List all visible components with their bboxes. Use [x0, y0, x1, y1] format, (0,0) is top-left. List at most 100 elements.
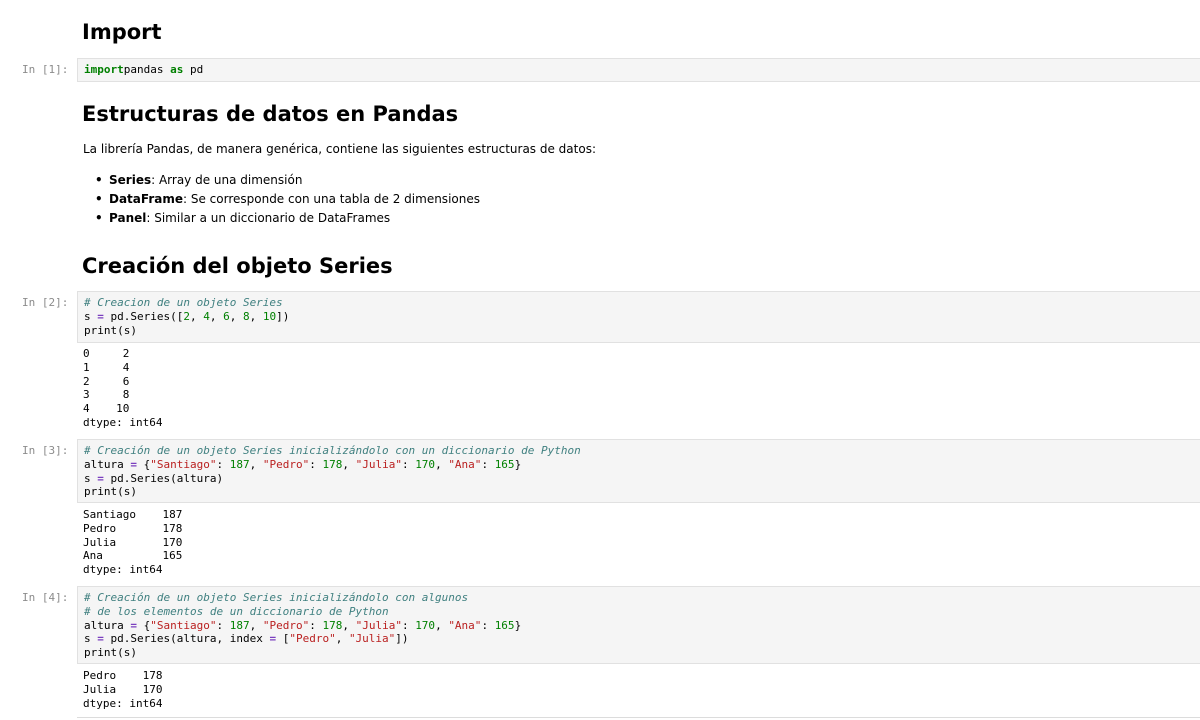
code-token: :	[481, 457, 495, 471]
code-line: altura = {"Santiago": 187, "Pedro": 178,…	[84, 458, 1200, 472]
output-line: 2 6	[83, 374, 130, 388]
cell-2-output: 0 21 42 63 84 10 dtype: int64	[83, 347, 162, 430]
code-token: 187	[229, 618, 250, 632]
code-line: # de los elementos de un diccionario de …	[84, 605, 1200, 619]
code-token: =	[130, 457, 137, 471]
heading-structures: Estructuras de datos en Pandas	[82, 102, 459, 126]
code-line: print(s)	[84, 485, 1200, 499]
cell-3-output: Santiago 187 Pedro 178 Julia 170 Ana 165 dty…	[83, 508, 182, 577]
code-token: # Creación de un objeto Series inicializ…	[84, 444, 581, 457]
cell-2-code[interactable]: # Creacion de un objeto Series s = pd.Ser…	[77, 291, 1200, 343]
code-token: ,	[335, 632, 349, 646]
cell-1-code[interactable]: importpandas as pd	[77, 58, 1200, 82]
code-line: s = pd.Series([2, 4, 6, 8, 10])	[84, 310, 1200, 324]
code-token: ,	[249, 309, 263, 323]
code-token: :	[309, 457, 323, 471]
code-token: s	[84, 632, 98, 646]
bullet-desc: : Similar a un diccionario de DataFrames	[146, 211, 391, 225]
code-token: # Creación de un objeto Series inicializ…	[84, 591, 469, 604]
bullet-desc: : Se corresponde con una tabla de 2 dime…	[182, 192, 480, 206]
output-line: 0 2	[83, 347, 130, 360]
code-token: as	[170, 63, 184, 76]
code-token: :	[401, 457, 416, 471]
code-token: altura	[84, 618, 131, 632]
code-token: import	[84, 63, 124, 76]
code-token: ,	[249, 618, 263, 632]
code-line: # Creación de un objeto Series inicializ…	[84, 591, 1200, 605]
bullet-dot: •	[95, 173, 103, 187]
code-token: 170	[415, 457, 436, 471]
code-token: =	[97, 471, 104, 485]
bullet-term: DataFrame	[109, 192, 183, 206]
code-token: pd.Series(altura)	[103, 471, 224, 485]
code-token: ,	[229, 309, 243, 323]
code-token: ,	[435, 618, 449, 632]
code-token: 6	[223, 309, 230, 323]
code-token: pd.Series([	[103, 309, 184, 323]
code-token: pd.Series(altura, index	[103, 632, 270, 646]
code-token: }	[514, 618, 522, 632]
code-token: "Santiago"	[150, 457, 217, 471]
code-token: s	[84, 309, 98, 323]
code-token: :	[401, 618, 416, 632]
output-line: Santiago 187	[83, 508, 183, 521]
code-token: [	[276, 632, 290, 646]
code-token: ])	[276, 309, 290, 323]
code-token: ,	[189, 309, 204, 323]
code-token: print(s)	[84, 646, 137, 660]
code-token: 8	[242, 309, 250, 323]
bullet-panel: • Panel: Similar a un diccionario de Data…	[95, 212, 390, 224]
cell-4-output: Pedro 178 Julia 170 dtype: int64	[83, 669, 162, 710]
output-line: Pedro 178	[83, 669, 163, 682]
heading-import: Import	[82, 20, 162, 44]
intro-paragraph: La librería Pandas, de manera genérica, …	[83, 142, 596, 156]
code-token: ,	[342, 618, 356, 632]
output-line: Ana 165	[83, 549, 183, 563]
output-line: dtype: int64	[83, 563, 163, 577]
code-token: ,	[435, 457, 449, 471]
code-token: :	[481, 618, 495, 632]
code-token: ,	[209, 309, 224, 323]
code-token: =	[130, 618, 137, 632]
code-token: 4	[203, 309, 210, 323]
bullet-dot: •	[95, 211, 103, 225]
code-token: # de los elementos de un diccionario de …	[84, 604, 389, 618]
code-line: s = pd.Series(altura)	[84, 472, 1200, 486]
code-token: altura	[84, 457, 131, 471]
code-token: "Pedro"	[289, 632, 336, 646]
code-line: print(s)	[84, 646, 1200, 660]
output-line: Julia 170	[83, 682, 163, 696]
code-token: print(s)	[84, 323, 137, 337]
code-token: pandas	[123, 63, 171, 76]
code-token: "Ana"	[448, 618, 482, 632]
code-token: 10	[262, 309, 277, 323]
code-token: {	[136, 618, 151, 632]
code-token: "Julia"	[355, 618, 402, 632]
code-token: 165	[494, 457, 515, 471]
code-token: "Pedro"	[262, 457, 310, 471]
bullet-dot: •	[95, 192, 103, 206]
code-line: print(s)	[84, 324, 1200, 338]
code-line: altura = {"Santiago": 187, "Pedro": 178,…	[84, 619, 1200, 633]
output-line: 1 4	[83, 360, 130, 374]
code-token: # Creacion de un objeto Series	[84, 296, 283, 309]
bullet-series: • Series: Array de una dimensión	[95, 174, 302, 186]
code-token: 187	[229, 457, 250, 471]
code-token: 178	[322, 618, 343, 632]
cell-3-code[interactable]: # Creación de un objeto Series inicializ…	[77, 439, 1200, 503]
output-line: 4 10	[83, 402, 130, 416]
code-token: "Ana"	[448, 457, 482, 471]
output-line: Julia 170	[83, 535, 183, 549]
code-line: # Creacion de un objeto Series	[84, 296, 1200, 310]
output-line: dtype: int64	[83, 415, 163, 429]
cell-2-prompt: In [2]:	[22, 296, 69, 309]
heading-series-creation: Creación del objeto Series	[82, 254, 393, 278]
code-line: # Creación de un objeto Series inicializ…	[84, 444, 1200, 458]
code-token: :	[309, 618, 323, 632]
bullet-dataframe: • DataFrame: Se corresponde con una tabla…	[95, 193, 480, 205]
code-token: 170	[415, 618, 436, 632]
code-token: =	[97, 632, 104, 646]
code-token: s	[84, 471, 98, 485]
cell-4-code[interactable]: # Creación de un objeto Series inicializ…	[77, 586, 1200, 664]
code-token: :	[216, 618, 230, 632]
